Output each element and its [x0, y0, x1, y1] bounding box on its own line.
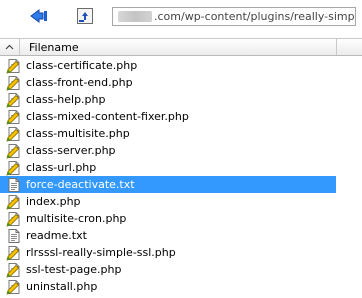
column-header: Filename	[0, 38, 362, 56]
back-button[interactable]	[26, 4, 52, 28]
file-name: force-deactivate.txt	[26, 178, 135, 191]
file-name: multisite-cron.php	[26, 212, 127, 225]
file-row[interactable]: class-url.php	[0, 159, 336, 176]
php-file-icon	[6, 160, 22, 176]
file-name: class-url.php	[26, 161, 97, 174]
php-file-icon	[6, 92, 22, 108]
file-row[interactable]: index.php	[0, 193, 336, 210]
file-name: class-mixed-content-fixer.php	[26, 110, 189, 123]
filename-column-header[interactable]: Filename	[29, 41, 79, 54]
php-file-icon	[6, 279, 22, 295]
file-name: rlrsssl-really-simple-ssl.php	[26, 246, 176, 259]
php-file-icon	[6, 75, 22, 91]
file-name: uninstall.php	[26, 280, 98, 293]
sort-indicator[interactable]	[0, 39, 20, 55]
text-file-icon	[6, 177, 22, 193]
file-name: readme.txt	[26, 229, 87, 242]
php-file-icon	[6, 126, 22, 142]
chevron-up-icon	[5, 44, 14, 50]
file-name: class-certificate.php	[26, 59, 138, 72]
file-row[interactable]: class-certificate.php	[0, 57, 336, 74]
php-file-icon	[6, 211, 22, 227]
text-file-icon	[6, 228, 22, 244]
php-file-icon	[6, 245, 22, 261]
parent-folder-button[interactable]	[72, 4, 98, 28]
parent-folder-icon	[77, 8, 93, 24]
file-row[interactable]: class-help.php	[0, 91, 336, 108]
path-text: .com/wp-content/plugins/really-simple-ss…	[154, 10, 356, 23]
file-row[interactable]: rlrsssl-really-simple-ssl.php	[0, 244, 336, 261]
file-row[interactable]: class-multisite.php	[0, 125, 336, 142]
toolbar: .com/wp-content/plugins/really-simple-ss…	[0, 0, 362, 36]
php-file-icon	[6, 109, 22, 125]
php-file-icon	[6, 58, 22, 74]
file-list: class-certificate.php class-front-end.php…	[0, 57, 362, 295]
file-name: class-help.php	[26, 93, 106, 106]
path-field[interactable]: .com/wp-content/plugins/really-simple-ss…	[112, 7, 356, 26]
file-row[interactable]: force-deactivate.txt	[0, 176, 336, 193]
php-file-icon	[6, 143, 22, 159]
file-name: class-front-end.php	[26, 76, 133, 89]
file-name: index.php	[26, 195, 81, 208]
file-name: class-multisite.php	[26, 127, 130, 140]
php-file-icon	[6, 262, 22, 278]
column-divider[interactable]	[336, 39, 337, 55]
php-file-icon	[6, 194, 22, 210]
file-row[interactable]: class-server.php	[0, 142, 336, 159]
file-row[interactable]: uninstall.php	[0, 278, 336, 295]
back-arrow-icon	[30, 9, 47, 23]
file-row[interactable]: multisite-cron.php	[0, 210, 336, 227]
file-row[interactable]: readme.txt	[0, 227, 336, 244]
file-row[interactable]: class-mixed-content-fixer.php	[0, 108, 336, 125]
file-row[interactable]: class-front-end.php	[0, 74, 336, 91]
file-name: ssl-test-page.php	[26, 263, 122, 276]
redacted-domain	[118, 11, 152, 22]
file-name: class-server.php	[26, 144, 116, 157]
file-row[interactable]: ssl-test-page.php	[0, 261, 336, 278]
